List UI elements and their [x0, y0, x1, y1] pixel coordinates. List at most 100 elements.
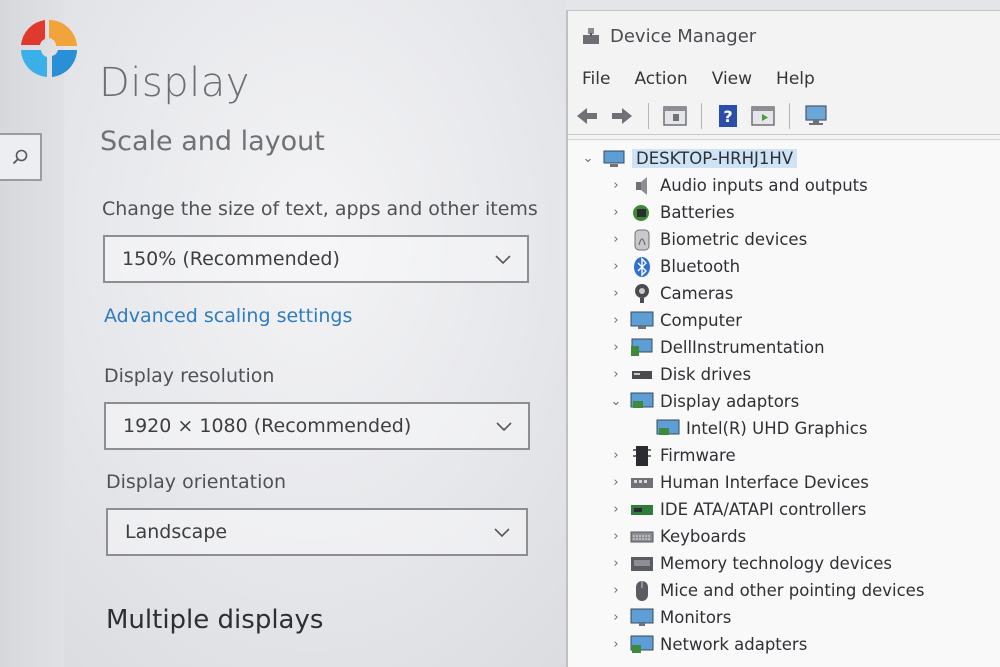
tree-item-batteries[interactable]: › Batteries — [608, 199, 735, 226]
tree-item-network-adapters[interactable]: › Network adapters — [608, 631, 807, 658]
tree-item-label: Bluetooth — [660, 257, 741, 276]
memory-icon — [630, 553, 654, 575]
tree-item-dellinstrumentation[interactable]: › DellInstrumentation — [608, 334, 825, 361]
chevron-right-icon[interactable]: › — [608, 205, 624, 220]
speaker-icon — [630, 175, 654, 197]
tree-item-label: Mice and other pointing devices — [660, 581, 925, 600]
tree-item-monitors[interactable]: › Monitors — [608, 604, 731, 631]
tree-item-label: DellInstrumentation — [660, 338, 825, 357]
properties-button[interactable] — [750, 103, 776, 129]
tree-root-label: DESKTOP-HRHJ1HV — [632, 149, 798, 168]
scale-label: Change the size of text, apps and other … — [102, 198, 538, 220]
tree-item-biometric[interactable]: › Biometric devices — [608, 226, 807, 253]
chevron-right-icon[interactable]: › — [608, 637, 624, 652]
advanced-scaling-link[interactable]: Advanced scaling settings — [104, 305, 352, 327]
menu-help[interactable]: Help — [776, 69, 815, 89]
camera-icon — [630, 283, 654, 305]
tree-item-label: Human Interface Devices — [660, 473, 869, 492]
chevron-right-icon[interactable]: › — [608, 529, 624, 544]
chevron-down-icon[interactable]: ⌄ — [608, 394, 624, 409]
orientation-dropdown[interactable]: Landscape — [106, 508, 528, 556]
scan-hardware-icon — [805, 104, 827, 125]
tree-item-audio[interactable]: › Audio inputs and outputs — [608, 172, 868, 199]
tree-item-label: Keyboards — [660, 527, 747, 546]
tree-item-firmware[interactable]: › Firmware — [608, 442, 736, 469]
tree-item-label: Cameras — [660, 284, 734, 303]
menu-view[interactable]: View — [712, 69, 752, 89]
chevron-right-icon[interactable]: › — [608, 178, 624, 193]
tree-item-label: IDE ATA/ATAPI controllers — [660, 500, 867, 519]
back-button[interactable] — [574, 103, 600, 129]
scan-hardware-button[interactable] — [803, 103, 829, 129]
tree-root-computer[interactable]: ⌄ DESKTOP-HRHJ1HV — [580, 145, 798, 172]
arrow-left-icon — [577, 107, 597, 124]
controller-icon — [630, 499, 654, 521]
tree-item-ide-controllers[interactable]: › IDE ATA/ATAPI controllers — [608, 496, 866, 523]
display-adapter-icon — [656, 418, 680, 440]
toolbar-separator — [789, 102, 790, 129]
tree-item-bluetooth[interactable]: › Bluetooth — [608, 253, 740, 280]
chevron-right-icon[interactable]: › — [608, 556, 624, 571]
tree-item-label: Batteries — [660, 203, 735, 222]
chevron-right-icon[interactable]: › — [608, 610, 624, 625]
disk-icon — [630, 364, 654, 386]
svg-text:?: ? — [723, 107, 732, 126]
computer-icon — [602, 148, 626, 170]
network-icon — [630, 634, 654, 656]
tree-item-label: Intel(R) UHD Graphics — [686, 419, 868, 438]
tree-item-keyboards[interactable]: › Keyboards — [608, 523, 746, 550]
toolbar: ? — [568, 97, 1000, 135]
tree-item-hid[interactable]: › Human Interface Devices — [608, 469, 869, 496]
chevron-right-icon[interactable]: › — [608, 448, 624, 463]
brand-logo-icon — [21, 19, 77, 77]
device-manager-window: Device Manager File Action View Help ? ⌄… — [566, 10, 1000, 667]
fingerprint-icon — [630, 229, 654, 251]
chevron-right-icon[interactable]: › — [608, 259, 624, 274]
tree-item-computer[interactable]: › Computer — [608, 307, 742, 334]
tree-item-label: Network adapters — [660, 635, 808, 654]
chevron-right-icon[interactable]: › — [608, 340, 624, 355]
resolution-dropdown[interactable]: 1920 × 1080 (Recommended) — [104, 402, 530, 450]
chevron-right-icon[interactable]: › — [608, 502, 624, 517]
menu-bar: File Action View Help — [568, 61, 1000, 97]
show-hide-tree-button[interactable] — [662, 103, 688, 129]
chevron-right-icon[interactable]: › — [608, 475, 624, 490]
settings-search-button[interactable] — [0, 133, 42, 181]
tree-item-label: Firmware — [660, 446, 736, 465]
tree-item-label: Display adaptors — [660, 392, 800, 411]
search-icon — [12, 149, 28, 165]
tree-item-disk-drives[interactable]: › Disk drives — [608, 361, 751, 388]
settings-window: Display Scale and layout Change the size… — [0, 0, 566, 667]
menu-action[interactable]: Action — [634, 69, 687, 89]
tree-item-label: Computer — [660, 311, 743, 330]
resolution-dropdown-value: 1920 × 1080 (Recommended) — [123, 415, 412, 437]
forward-button[interactable] — [609, 103, 635, 129]
chevron-right-icon[interactable]: › — [608, 313, 624, 328]
device-manager-titlebar: Device Manager — [568, 11, 1000, 61]
help-icon: ? — [719, 104, 737, 127]
device-manager-title: Device Manager — [610, 25, 757, 47]
scale-dropdown[interactable]: 150% (Recommended) — [103, 235, 529, 283]
tree-item-memory-devices[interactable]: › Memory technology devices — [608, 550, 892, 577]
tree-item-label: Audio inputs and outputs — [660, 176, 868, 195]
chevron-right-icon[interactable]: › — [608, 367, 624, 382]
chevron-down-icon — [496, 422, 512, 432]
menu-file[interactable]: File — [582, 69, 610, 89]
tree-item-display-adaptors[interactable]: ⌄ Display adaptors — [608, 388, 799, 415]
chevron-right-icon[interactable]: › — [608, 583, 624, 598]
keyboard-icon — [630, 526, 654, 548]
orientation-label: Display orientation — [106, 471, 287, 493]
chevron-down-icon — [494, 528, 510, 538]
mouse-icon — [630, 580, 654, 602]
tree-item-cameras[interactable]: › Cameras — [608, 280, 733, 307]
chevron-down-icon[interactable]: ⌄ — [580, 151, 596, 166]
help-button[interactable]: ? — [715, 103, 741, 129]
display-adapter-icon — [630, 391, 654, 413]
chevron-right-icon[interactable]: › — [608, 286, 624, 301]
arrow-right-icon — [612, 107, 632, 124]
device-manager-app-icon — [583, 28, 599, 44]
tree-item-intel-uhd-graphics[interactable]: Intel(R) UHD Graphics — [650, 415, 867, 442]
tree-item-mice[interactable]: › Mice and other pointing devices — [608, 577, 924, 604]
chevron-right-icon[interactable]: › — [608, 232, 624, 247]
tree-item-label: Monitors — [660, 608, 732, 627]
